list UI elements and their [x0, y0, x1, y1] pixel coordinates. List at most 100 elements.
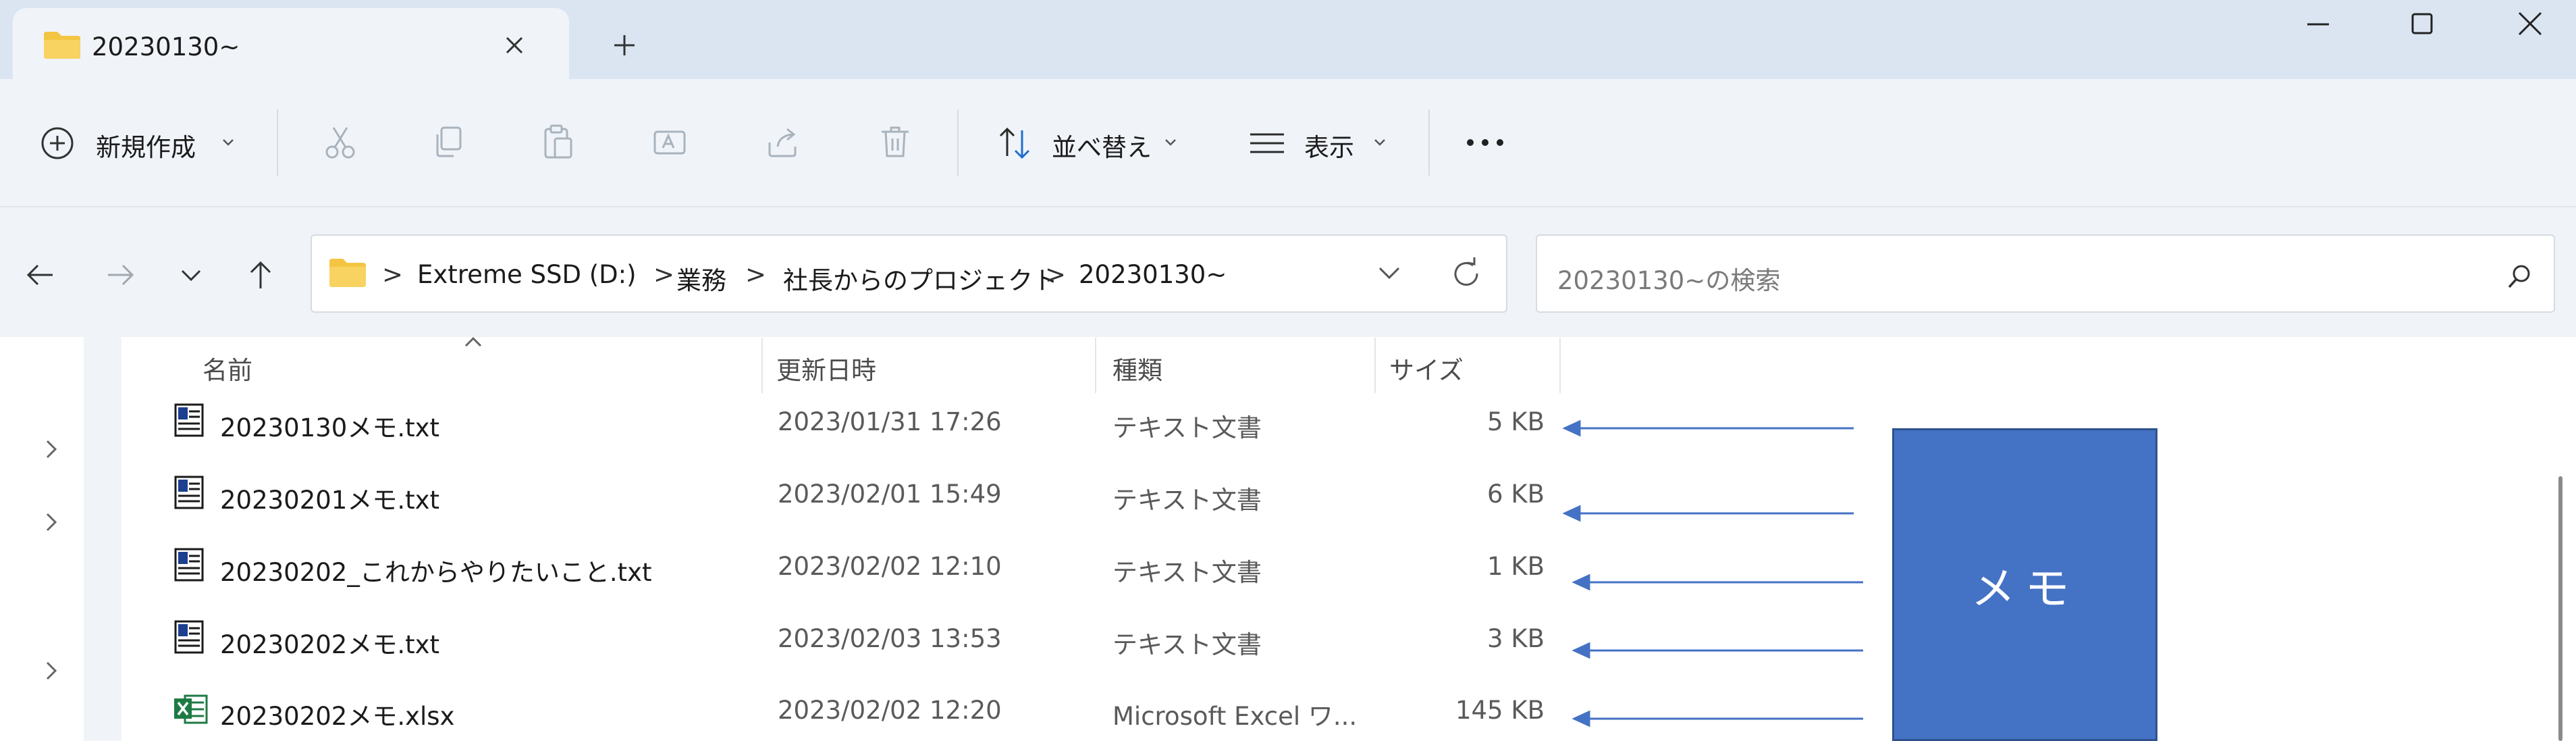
column-divider[interactable] [1095, 338, 1096, 393]
chevron-down-icon [223, 139, 234, 146]
cut-icon[interactable] [320, 122, 360, 163]
file-modified: 2023/02/02 12:10 [778, 552, 1002, 581]
file-name: 20230202メモ.xlsx [220, 702, 455, 731]
file-name: 20230201メモ.txt [220, 486, 439, 515]
command-bar: 新規作成 並べ替え 表示 [0, 79, 2576, 207]
up-arrow-icon[interactable] [243, 257, 278, 292]
view-list-icon [1250, 133, 1284, 153]
text-file-icon [174, 548, 204, 582]
annotation-arrowhead [1572, 573, 1590, 591]
share-icon[interactable] [763, 122, 803, 163]
column-header-name[interactable]: 名前 [203, 350, 252, 386]
file-list [122, 337, 2552, 741]
column-header-modified[interactable]: 更新日時 [776, 350, 876, 386]
annotation-arrows [1562, 419, 1863, 727]
copy-icon[interactable] [428, 122, 468, 163]
file-modified: 2023/02/03 13:53 [778, 624, 1002, 653]
breadcrumb-gyomu[interactable]: 業務 [676, 260, 726, 297]
file-size: 145 KB [1455, 696, 1545, 725]
file-row[interactable]: 20230202_これからやりたいこと.txt 2023/02/02 12:10… [169, 546, 1566, 588]
memo-annotation-box: メモ [1892, 428, 2157, 741]
sort-button-label: 並べ替え [1052, 133, 1152, 162]
new-button[interactable]: 新規作成 [30, 120, 246, 167]
tab-current-folder[interactable]: 20230130~ [13, 8, 569, 79]
chevron-down-icon [1374, 139, 1385, 146]
search-box[interactable]: 20230130~の検索 [1536, 234, 2555, 313]
sort-icon [999, 127, 1030, 159]
chevron-down-icon [1165, 139, 1176, 146]
vertical-scrollbar[interactable] [2558, 476, 2562, 741]
memo-annotation-label: メモ [1970, 562, 2079, 615]
search-icon[interactable] [2504, 261, 2535, 292]
file-name: 20230202メモ.txt [220, 630, 439, 659]
column-divider[interactable] [761, 338, 763, 393]
tab-title: 20230130~ [92, 32, 240, 61]
breadcrumb-separator: > [382, 260, 404, 289]
delete-icon[interactable] [875, 122, 915, 163]
close-window-icon[interactable] [2511, 8, 2549, 39]
breadcrumb-separator: > [745, 260, 767, 289]
text-file-icon [174, 403, 204, 437]
column-header-size[interactable]: サイズ [1389, 350, 1464, 386]
annotation-arrowhead [1572, 642, 1590, 659]
breadcrumb-separator: > [653, 260, 675, 289]
breadcrumb-drive[interactable]: Extreme SSD (D:) [417, 260, 637, 289]
text-file-icon [174, 620, 204, 654]
expand-chevron-icon[interactable] [39, 510, 63, 534]
file-size: 5 KB [1487, 407, 1545, 436]
excel-file-icon [174, 694, 208, 724]
breadcrumb-separator: > [1045, 260, 1067, 289]
file-size: 1 KB [1487, 552, 1545, 581]
view-button-label: 表示 [1304, 133, 1354, 162]
expand-chevron-icon[interactable] [39, 437, 63, 461]
close-tab-icon[interactable] [499, 30, 530, 61]
sort-button[interactable]: 並べ替え [986, 120, 1195, 167]
file-name: 20230202_これからやりたいこと.txt [220, 558, 652, 587]
recent-locations-chevron-icon[interactable] [178, 265, 204, 286]
address-row: > Extreme SSD (D:) > 業務 > 社長からのプロジェクト > … [0, 207, 2576, 337]
navigation-pane [0, 337, 122, 741]
view-button[interactable]: 表示 [1239, 120, 1401, 167]
file-row[interactable]: 20230130メモ.txt 2023/01/31 17:26 テキスト文書 5… [169, 402, 1566, 444]
folder-icon [44, 32, 80, 59]
file-modified: 2023/02/02 12:20 [778, 696, 1002, 725]
file-size: 6 KB [1487, 480, 1545, 509]
file-modified: 2023/02/01 15:49 [778, 480, 1002, 509]
refresh-icon[interactable] [1447, 255, 1485, 292]
title-bar: 20230130~ [0, 0, 2576, 79]
file-type: テキスト文書 [1112, 558, 1262, 587]
column-header-type[interactable]: 種類 [1112, 350, 1162, 386]
address-history-chevron-icon[interactable] [1376, 261, 1403, 286]
annotation-arrowhead [1562, 505, 1581, 522]
toolbar-divider [957, 109, 959, 176]
file-row[interactable]: 20230202メモ.xlsx 2023/02/02 12:20 Microso… [169, 690, 1566, 732]
forward-arrow-icon[interactable] [103, 257, 138, 292]
back-arrow-icon[interactable] [23, 257, 58, 292]
new-button-label: 新規作成 [96, 133, 196, 162]
sort-ascending-caret-icon [464, 336, 482, 347]
text-file-icon [174, 476, 204, 509]
file-name: 20230130メモ.txt [220, 413, 439, 442]
minimize-icon[interactable] [2299, 8, 2337, 39]
file-modified: 2023/01/31 17:26 [778, 407, 1002, 436]
plus-circle-icon [41, 127, 74, 159]
file-row[interactable]: 20230202メモ.txt 2023/02/03 13:53 テキスト文書 3… [169, 619, 1566, 661]
rename-icon[interactable] [649, 122, 690, 163]
file-type: テキスト文書 [1112, 413, 1262, 442]
file-size: 3 KB [1487, 624, 1545, 653]
folder-icon [329, 259, 366, 287]
paste-icon[interactable] [537, 122, 578, 163]
expand-chevron-icon[interactable] [39, 659, 63, 683]
file-type: テキスト文書 [1112, 630, 1262, 659]
annotation-arrowhead [1572, 710, 1590, 727]
maximize-icon[interactable] [2403, 8, 2441, 39]
new-tab-icon[interactable] [609, 30, 640, 61]
breadcrumb-project[interactable]: 社長からのプロジェクト [783, 260, 1058, 297]
toolbar-divider [277, 109, 278, 176]
more-options-icon[interactable] [1462, 130, 1508, 155]
breadcrumb-current[interactable]: 20230130~ [1079, 260, 1227, 289]
column-divider[interactable] [1374, 338, 1376, 393]
file-row[interactable]: 20230201メモ.txt 2023/02/01 15:49 テキスト文書 6… [169, 474, 1566, 516]
column-divider[interactable] [1559, 338, 1561, 393]
address-bar[interactable]: > Extreme SSD (D:) > 業務 > 社長からのプロジェクト > … [311, 234, 1507, 313]
